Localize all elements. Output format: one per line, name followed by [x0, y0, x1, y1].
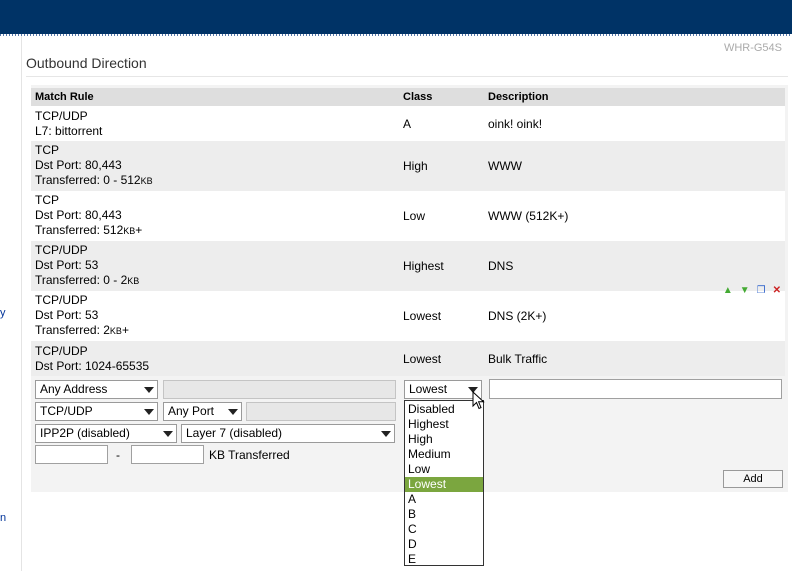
kb-transferred-label: KB Transferred — [209, 448, 290, 462]
match-rule-cell: TCP Dst Port: 80,443 Transferred: 512KB+ — [31, 193, 400, 239]
match-line: Dst Port: 53 — [35, 258, 99, 272]
match-rule-cell: TCP/UDP Dst Port: 53 Transferred: 2KB+ — [31, 293, 400, 339]
match-line: Dst Port: 53 — [35, 308, 99, 322]
match-line: Transferred: 0 - 512KB — [35, 173, 153, 187]
kb-max-input[interactable] — [131, 445, 204, 464]
match-line: TCP/UDP — [35, 243, 88, 257]
table-row[interactable]: TCP/UDP Dst Port: 1024-65535 Lowest Bulk… — [31, 341, 785, 376]
description-cell: DNS (2K+) ▲ ▼ ❐ ✕ — [485, 285, 785, 323]
match-rule-cell: TCP/UDP Dst Port: 1024-65535 — [31, 344, 400, 374]
sidebar-link-fragment[interactable]: y — [0, 307, 6, 319]
class-option[interactable]: Medium — [405, 447, 483, 462]
header-match-rule: Match Rule — [35, 90, 94, 103]
add-button[interactable]: Add — [723, 470, 783, 488]
mouse-cursor-icon — [472, 391, 485, 410]
match-rule-cell: TCP/UDP Dst Port: 53 Transferred: 0 - 2K… — [31, 243, 400, 289]
sidebar-link-fragment[interactable]: n — [0, 512, 6, 524]
match-line: Dst Port: 80,443 — [35, 208, 122, 222]
description-cell: oink! oink! — [488, 116, 543, 131]
table-row[interactable]: TCP/UDP Dst Port: 53 Transferred: 2KB+ L… — [31, 285, 785, 341]
class-select[interactable]: Lowest — [404, 380, 482, 399]
match-line: TCP — [35, 143, 59, 157]
class-cell: Highest — [403, 259, 444, 273]
class-option[interactable]: Highest — [405, 417, 483, 432]
class-cell: Low — [403, 209, 426, 223]
match-line: TCP/UDP — [35, 108, 88, 123]
class-option[interactable]: E — [405, 552, 483, 567]
move-down-icon[interactable]: ▼ — [740, 285, 750, 296]
header-description: Description — [488, 91, 549, 103]
class-dropdown-list[interactable]: Disabled Highest High Medium Low Lowest A B C D E — [404, 400, 484, 566]
model-label: WHR-G54S — [723, 42, 782, 54]
description-cell: WWW — [488, 159, 522, 173]
match-line: Transferred: 0 - 2KB — [35, 273, 140, 287]
layer7-select[interactable]: Layer 7 (disabled) — [181, 424, 395, 443]
match-line: Dst Port: 80,443 — [35, 158, 122, 172]
move-up-icon[interactable]: ▲ — [723, 285, 733, 296]
table-row[interactable]: TCP/UDP L7: bittorrent A oink! oink! — [31, 106, 785, 141]
match-line: TCP — [35, 193, 59, 207]
row-actions: ▲ ▼ ❐ ✕ — [723, 285, 781, 296]
description-cell: Bulk Traffic — [488, 351, 548, 366]
layer7-select-value: Layer 7 (disabled) — [186, 426, 283, 440]
chevron-down-icon — [144, 387, 154, 393]
description-input[interactable] — [489, 379, 782, 399]
section-title: Outbound Direction — [26, 55, 147, 71]
class-option[interactable]: High — [405, 432, 483, 447]
ipp2p-select[interactable]: IPP2P (disabled) — [35, 424, 177, 443]
match-line: TCP/UDP — [35, 343, 88, 358]
banner-dotted-border — [0, 34, 792, 36]
match-line: Dst Port: 1024-65535 — [35, 358, 150, 373]
description-cell: DNS — [488, 259, 514, 273]
top-banner — [0, 0, 792, 34]
section-divider — [26, 76, 788, 77]
chevron-down-icon — [381, 431, 391, 437]
address-input — [163, 380, 396, 399]
copy-icon[interactable]: ❐ — [757, 285, 766, 296]
class-option[interactable]: C — [405, 522, 483, 537]
description-cell: WWW (512K+) — [488, 209, 569, 223]
table-header: Match Rule Class Description — [31, 88, 785, 106]
sidebar-divider — [21, 36, 22, 571]
class-option[interactable]: B — [405, 507, 483, 522]
delete-icon[interactable]: ✕ — [773, 285, 781, 296]
match-line: TCP/UDP — [35, 293, 88, 307]
class-option[interactable]: Low — [405, 462, 483, 477]
range-separator: - — [116, 448, 120, 462]
class-cell: High — [403, 159, 428, 173]
match-rule-cell: TCP/UDP L7: bittorrent — [31, 109, 400, 139]
class-option[interactable]: Lowest — [405, 477, 483, 492]
chevron-down-icon — [228, 409, 238, 415]
header-class: Class — [403, 91, 433, 103]
class-cell: Lowest — [403, 309, 442, 323]
match-line: L7: bittorrent — [35, 123, 103, 138]
class-cell: A — [403, 116, 412, 131]
class-cell: Lowest — [403, 351, 442, 366]
class-option[interactable]: D — [405, 537, 483, 552]
kb-min-input[interactable] — [35, 445, 108, 464]
chevron-down-icon — [163, 431, 173, 437]
ipp2p-select-value: IPP2P (disabled) — [40, 426, 130, 440]
table-row[interactable]: TCP/UDP Dst Port: 53 Transferred: 0 - 2K… — [31, 241, 785, 291]
protocol-select[interactable]: TCP/UDP — [35, 402, 158, 421]
port-select[interactable]: Any Port — [163, 402, 242, 421]
chevron-down-icon — [144, 409, 154, 415]
description-text: DNS (2K+) — [488, 309, 547, 323]
class-select-value: Lowest — [409, 382, 448, 396]
address-select-value: Any Address — [40, 382, 108, 396]
port-input — [246, 402, 396, 421]
address-select[interactable]: Any Address — [35, 380, 158, 399]
qos-rules-table: Match Rule Class Description TCP/UDP L7:… — [31, 88, 785, 376]
protocol-select-value: TCP/UDP — [40, 404, 93, 418]
table-row[interactable]: TCP Dst Port: 80,443 Transferred: 512KB+… — [31, 191, 785, 241]
match-line: Transferred: 2KB+ — [35, 323, 129, 337]
match-rule-cell: TCP Dst Port: 80,443 Transferred: 0 - 51… — [31, 143, 400, 189]
match-line: Transferred: 512KB+ — [35, 223, 143, 237]
class-option[interactable]: A — [405, 492, 483, 507]
table-row[interactable]: TCP Dst Port: 80,443 Transferred: 0 - 51… — [31, 141, 785, 191]
port-select-value: Any Port — [168, 404, 215, 418]
